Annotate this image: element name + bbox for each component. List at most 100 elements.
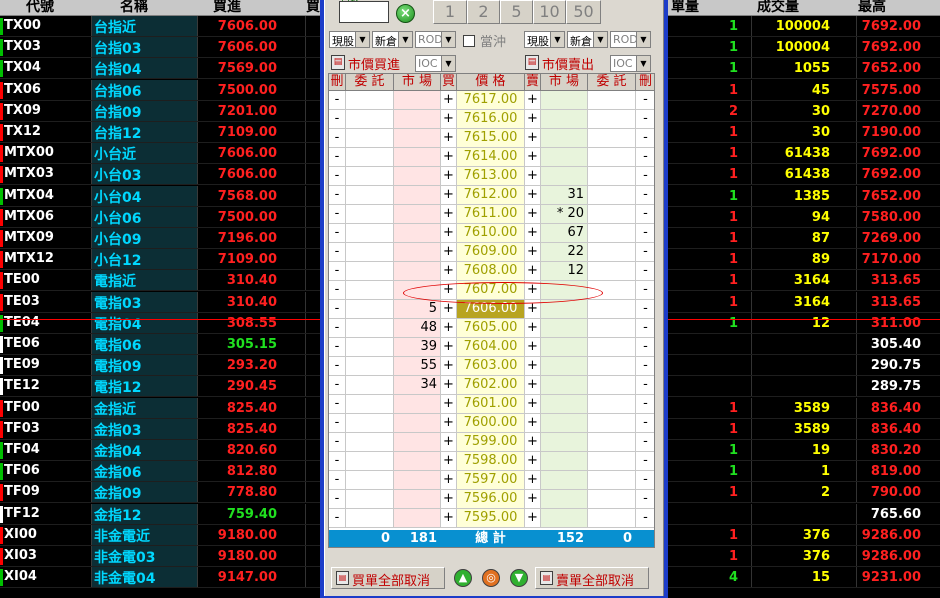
quote-row[interactable]: MTX00 小台近 7606.00 xyxy=(0,143,320,165)
buy-button[interactable]: + xyxy=(441,395,457,414)
buy-button[interactable]: + xyxy=(441,433,457,452)
price-cell[interactable]: 7608.00 xyxy=(457,262,525,281)
delete-buy-button[interactable]: - xyxy=(329,490,346,509)
quote-row[interactable]: 1 1055 7652.00 xyxy=(668,58,940,80)
price-cell[interactable]: 7595.00 xyxy=(457,509,525,528)
quote-row[interactable]: TE09 電指09 293.20 xyxy=(0,355,320,377)
delete-sell-button[interactable]: - xyxy=(636,224,654,243)
buy-button[interactable]: + xyxy=(441,319,457,338)
delete-buy-button[interactable]: - xyxy=(329,129,346,148)
sell-order-cell[interactable] xyxy=(588,281,636,300)
buy-order-cell[interactable] xyxy=(346,433,394,452)
price-cell[interactable]: 7613.00 xyxy=(457,167,525,186)
price-cell[interactable]: 7603.00 xyxy=(457,357,525,376)
delete-buy-button[interactable]: - xyxy=(329,357,346,376)
day-trade-checkbox[interactable] xyxy=(463,35,475,47)
sell-order-cell[interactable] xyxy=(588,205,636,224)
delete-sell-button[interactable]: - xyxy=(636,129,654,148)
buy-order-cell[interactable] xyxy=(346,243,394,262)
price-cell[interactable]: 7617.00 xyxy=(457,91,525,110)
delete-sell-button[interactable]: - xyxy=(636,357,654,376)
quote-row[interactable]: 1 2 790.00 xyxy=(668,482,940,504)
sell-button[interactable]: + xyxy=(525,205,541,224)
quote-row[interactable]: TX09 台指09 7201.00 xyxy=(0,100,320,122)
quote-row[interactable]: TE04 電指04 308.55 xyxy=(0,312,320,334)
quick-qty-10[interactable]: 10 xyxy=(533,0,566,24)
buy-button[interactable]: + xyxy=(441,490,457,509)
buy-order-cell[interactable] xyxy=(346,338,394,357)
buy-order-cell[interactable] xyxy=(346,376,394,395)
buy-button[interactable]: + xyxy=(441,186,457,205)
quote-row[interactable]: 1 100004 7692.00 xyxy=(668,16,940,37)
sell-order-cell[interactable] xyxy=(588,433,636,452)
delete-sell-button[interactable]: - xyxy=(636,205,654,224)
sell-button[interactable]: + xyxy=(525,452,541,471)
buy-button[interactable]: + xyxy=(441,148,457,167)
scroll-up-icon[interactable]: ▲ xyxy=(454,569,472,587)
quick-qty-5[interactable]: 5 xyxy=(500,0,533,24)
price-cell[interactable]: 7602.00 xyxy=(457,376,525,395)
header-lot[interactable]: 單量 xyxy=(671,0,699,16)
sell-open-close-select[interactable]: 新倉 ▼ xyxy=(567,31,608,48)
quote-row[interactable]: TE06 電指06 305.15 xyxy=(0,334,320,355)
sell-order-cell[interactable] xyxy=(588,110,636,129)
quote-row[interactable]: TF04 金指04 820.60 xyxy=(0,440,320,461)
quote-row[interactable]: TE12 電指12 290.45 xyxy=(0,376,320,398)
quote-row[interactable]: 1 1 819.00 xyxy=(668,461,940,483)
sell-order-cell[interactable] xyxy=(588,452,636,471)
buy-order-cell[interactable] xyxy=(346,281,394,300)
delete-sell-button[interactable]: - xyxy=(636,262,654,281)
sell-type-select[interactable]: 現股 ▼ xyxy=(524,31,565,48)
delete-buy-button[interactable]: - xyxy=(329,205,346,224)
price-cell[interactable]: 7609.00 xyxy=(457,243,525,262)
buy-order-cell[interactable] xyxy=(346,91,394,110)
delete-sell-button[interactable]: - xyxy=(636,281,654,300)
delete-sell-button[interactable]: - xyxy=(636,186,654,205)
buy-order-cell[interactable] xyxy=(346,490,394,509)
price-cell[interactable]: 7611.00 xyxy=(457,205,525,224)
buy-order-cell[interactable] xyxy=(346,148,394,167)
sell-button[interactable]: + xyxy=(525,414,541,433)
delete-buy-button[interactable]: - xyxy=(329,243,346,262)
header-code[interactable]: 代號 xyxy=(26,0,54,16)
quote-row[interactable]: TX00 台指近 7606.00 xyxy=(0,16,320,37)
scroll-down-icon[interactable]: ▼ xyxy=(510,569,528,587)
buy-order-cell[interactable] xyxy=(346,129,394,148)
sell-order-cell[interactable] xyxy=(588,148,636,167)
quote-row[interactable]: TF00 金指近 825.40 xyxy=(0,397,320,419)
quote-row[interactable]: 765.60 xyxy=(668,503,940,525)
sell-button[interactable]: + xyxy=(525,376,541,395)
delete-sell-button[interactable]: - xyxy=(636,376,654,395)
quote-row[interactable]: TX06 台指06 7500.00 xyxy=(0,79,320,101)
quote-row[interactable]: TX03 台指03 7606.00 xyxy=(0,37,320,59)
delete-sell-button[interactable]: - xyxy=(636,395,654,414)
sell-button[interactable]: + xyxy=(525,433,541,452)
price-cell[interactable]: 7606.00 xyxy=(457,300,525,319)
center-price-icon[interactable]: ◎ xyxy=(482,569,500,587)
quote-row[interactable]: XI03 非金電03 9180.00 xyxy=(0,546,320,567)
sell-button[interactable]: + xyxy=(525,395,541,414)
quote-row[interactable]: 4 15 9231.00 xyxy=(668,567,940,589)
sell-order-cell[interactable] xyxy=(588,243,636,262)
sell-button[interactable]: + xyxy=(525,167,541,186)
buy-type-select[interactable]: 現股 ▼ xyxy=(329,31,370,48)
delete-buy-button[interactable]: - xyxy=(329,433,346,452)
sell-button[interactable]: + xyxy=(525,243,541,262)
price-cell[interactable]: 7605.00 xyxy=(457,319,525,338)
quote-row[interactable]: 1 61438 7692.00 xyxy=(668,164,940,186)
delete-sell-button[interactable]: - xyxy=(636,509,654,528)
delete-sell-button[interactable]: - xyxy=(636,300,654,319)
sell-order-cell[interactable] xyxy=(588,490,636,509)
quote-row[interactable]: 1 94 7580.00 xyxy=(668,206,940,228)
sell-button[interactable]: + xyxy=(525,509,541,528)
sell-button[interactable]: + xyxy=(525,281,541,300)
quote-row[interactable]: MTX03 小台03 7606.00 xyxy=(0,164,320,186)
buy-order-cell[interactable] xyxy=(346,452,394,471)
delete-buy-button[interactable]: - xyxy=(329,300,346,319)
header-volume[interactable]: 成交量 xyxy=(757,0,799,16)
quote-row[interactable]: 1 3164 313.65 xyxy=(668,270,940,292)
header-high[interactable]: 最高 xyxy=(858,0,886,16)
buy-button[interactable]: + xyxy=(441,414,457,433)
delete-buy-button[interactable]: - xyxy=(329,319,346,338)
quote-row[interactable]: 1 1385 7652.00 xyxy=(668,185,940,207)
